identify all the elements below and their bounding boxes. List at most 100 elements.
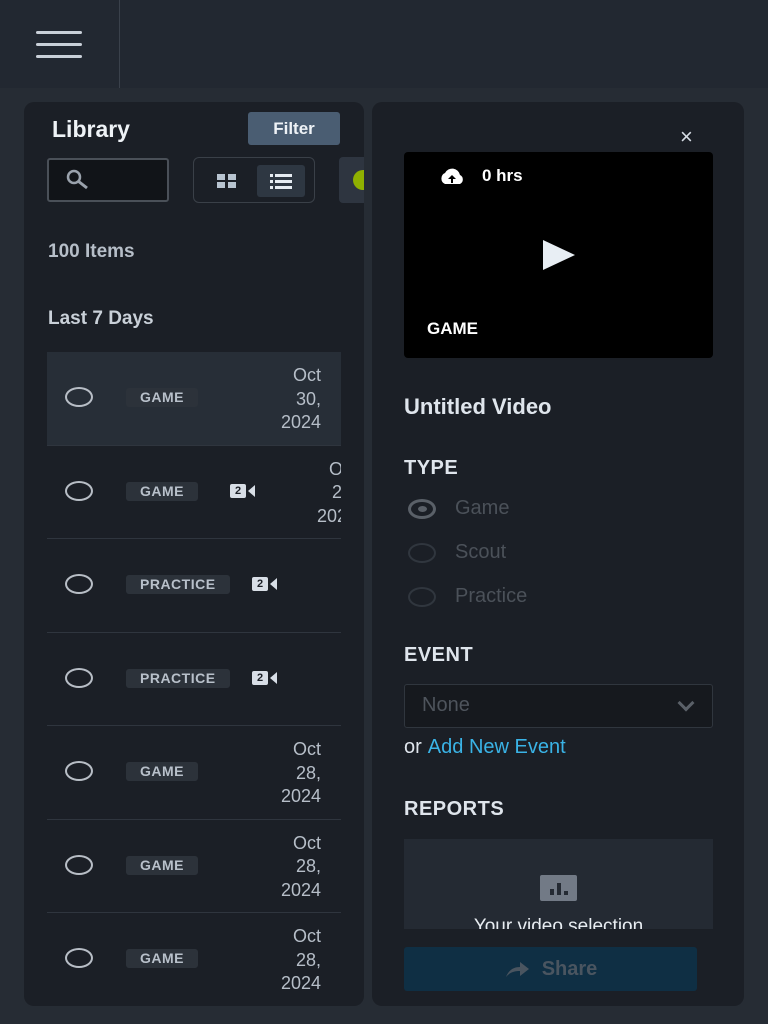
filter-button[interactable]: Filter <box>248 112 340 145</box>
type-badge: GAME <box>126 855 198 875</box>
hamburger-icon[interactable] <box>36 31 82 59</box>
item-date: Oct 28, 2024 <box>281 925 321 996</box>
camera-count-badge: 2 <box>252 577 269 591</box>
radio-icon <box>408 498 436 519</box>
date-line: Oct <box>292 365 321 385</box>
camera-count: 2 <box>230 483 256 498</box>
type-badge: GAME <box>126 762 198 781</box>
type-badge: PRACTICE <box>126 575 230 594</box>
type-option-game[interactable]: Game <box>408 497 509 520</box>
option-label: Game <box>455 497 510 519</box>
reports-text: Your video selection <box>473 916 644 929</box>
type-badge: GAME <box>126 949 198 968</box>
close-icon[interactable]: × <box>680 124 693 150</box>
reports-box: Your video selection <box>404 839 713 929</box>
date-line: Oct <box>292 926 321 946</box>
type-option-scout[interactable]: Scout <box>408 541 506 564</box>
date-line: 30, <box>295 388 321 409</box>
detail-panel: × 0 hrs GAME Untitled Video TYPE Game Sc… <box>372 102 744 1006</box>
chevron-down-icon <box>677 694 695 712</box>
or-text: or <box>404 736 422 758</box>
date-line: Oct <box>292 832 321 853</box>
bar-chart-icon <box>540 875 577 901</box>
library-title: Library <box>52 116 130 142</box>
event-select[interactable]: None <box>404 684 713 728</box>
select-radio[interactable] <box>65 574 93 594</box>
list-item[interactable]: GAME Oct 28, 2024 <box>47 726 341 820</box>
list-item[interactable]: PRACTICE22 <box>47 633 341 726</box>
video-camera-icon <box>270 578 278 590</box>
camera-count-badge: 2 <box>252 670 269 685</box>
status-button[interactable] <box>339 157 364 203</box>
event-heading: EVENT <box>404 644 474 666</box>
list-item[interactable]: PRACTICE22 <box>47 539 341 633</box>
search-input[interactable] <box>47 158 169 202</box>
select-radio[interactable] <box>65 854 93 875</box>
date-line: 28, <box>295 856 321 876</box>
share-arrow-icon <box>505 962 529 977</box>
video-title[interactable]: Untitled Video <box>404 394 552 420</box>
grid-icon <box>217 174 236 188</box>
date-line: 28, <box>295 762 321 783</box>
add-event-line: or Add New Event <box>404 736 566 759</box>
item-date: Oct29, 2024 <box>317 458 341 529</box>
search-icon <box>66 169 88 190</box>
video-player[interactable]: 0 hrs GAME <box>404 152 713 358</box>
list-item[interactable]: GAME 2 Oct29, 2024 <box>47 446 341 539</box>
select-radio[interactable] <box>65 948 93 968</box>
date-line: 29, <box>331 482 341 502</box>
date-line: 2024 <box>280 786 321 806</box>
video-camera-icon <box>248 484 256 497</box>
select-radio[interactable] <box>65 387 93 407</box>
list-item[interactable]: GAME Oct 28, 2024 <box>47 913 341 1006</box>
camera-count: 2 <box>252 577 278 591</box>
select-radio[interactable] <box>65 667 93 688</box>
video-camera-icon <box>270 671 278 684</box>
date-line: 2024 <box>280 879 321 900</box>
list-view-button[interactable] <box>257 165 305 197</box>
select-radio[interactable] <box>65 761 93 781</box>
video-type-label: GAME <box>427 319 478 338</box>
camera-count-badge: 2 <box>230 483 247 498</box>
radio-icon <box>408 586 436 607</box>
reports-heading: REPORTS <box>404 798 505 820</box>
video-list: GAMEOct30,2024 GAME2Oct29,2024 PRACTICE2… <box>47 352 341 1006</box>
type-badge: GAME <box>126 481 198 501</box>
select-radio[interactable] <box>65 480 93 501</box>
item-date: Oct 30, 2024 <box>281 364 321 435</box>
camera-count: 2 <box>252 670 278 685</box>
library-panel: Library Filter 100 Items Last 7 Days GAM… <box>24 102 364 1006</box>
play-icon[interactable] <box>543 240 575 270</box>
cloud-upload-icon <box>441 168 463 184</box>
option-label: Practice <box>455 585 528 607</box>
type-heading: TYPE <box>404 457 459 479</box>
radio-icon <box>408 542 436 563</box>
event-value: None <box>422 694 470 716</box>
item-count: 100 Items <box>48 241 135 262</box>
list-item[interactable]: GAME Oct 28, 2024 <box>47 820 341 913</box>
list-icon <box>270 174 292 189</box>
list-item[interactable]: GAME Oct 30, 2024 <box>47 352 341 446</box>
item-date: Oct 28, 2024 <box>281 832 321 903</box>
divider <box>119 0 120 88</box>
date-line: 2024 <box>280 412 321 432</box>
share-label: Share <box>541 957 598 980</box>
date-line: Oct <box>317 458 341 482</box>
share-button[interactable]: Share <box>404 947 697 991</box>
item-date: Oct 28, 2024 <box>281 738 321 809</box>
date-line: 2024 <box>280 973 321 993</box>
view-toggle <box>193 157 315 203</box>
top-bar <box>0 0 768 88</box>
section-heading: Last 7 Days <box>48 308 154 329</box>
add-new-event-link[interactable]: Add New Event <box>428 736 566 758</box>
type-option-practice[interactable]: Practice <box>408 585 527 608</box>
date-line: Oct <box>292 739 321 759</box>
status-dot-icon <box>353 170 364 190</box>
type-badge: GAME <box>126 388 198 407</box>
date-line: 28, <box>295 949 321 970</box>
date-line: 2024 <box>316 505 341 526</box>
option-label: Scout <box>455 541 507 563</box>
video-hours: 0 hrs <box>482 166 523 185</box>
grid-view-button[interactable] <box>203 165 251 197</box>
type-badge: PRACTICE <box>126 668 230 688</box>
